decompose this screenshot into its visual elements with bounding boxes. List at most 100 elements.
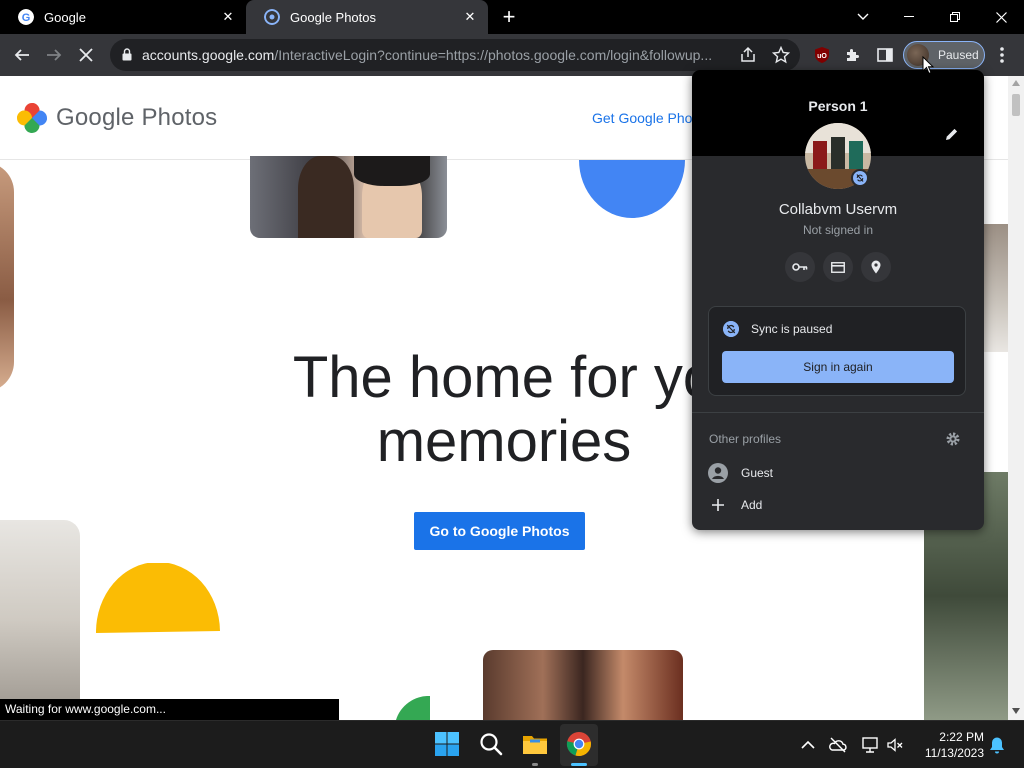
- page-scrollbar[interactable]: [1008, 76, 1024, 720]
- passwords-button[interactable]: [785, 252, 815, 282]
- go-to-google-photos-button[interactable]: Go to Google Photos: [414, 512, 585, 550]
- close-tab-icon[interactable]: ✕: [220, 9, 236, 25]
- google-g-icon: G: [18, 9, 34, 25]
- tab-title: Google Photos: [290, 9, 377, 25]
- close-icon: [995, 11, 1007, 23]
- file-explorer-icon[interactable]: [521, 730, 549, 758]
- profile-add[interactable]: Add: [692, 490, 984, 520]
- account-name: Collabvm Uservm: [778, 201, 898, 218]
- restore-icon: [950, 12, 960, 22]
- green-shape: [396, 696, 430, 720]
- hero-heading: The home for yo memories: [240, 346, 768, 474]
- addresses-button[interactable]: [861, 252, 891, 282]
- account-status: Not signed in: [802, 223, 874, 237]
- pencil-edit-icon[interactable]: [944, 126, 960, 142]
- chrome-icon[interactable]: [565, 730, 593, 758]
- close-tab-icon[interactable]: ✕: [462, 9, 478, 25]
- close-window-button[interactable]: [978, 0, 1024, 34]
- menu-divider: [692, 412, 984, 413]
- profile-paused-button[interactable]: Paused: [903, 41, 985, 69]
- sync-status-text: Sync is paused: [751, 322, 833, 336]
- arrow-right-icon: [47, 49, 62, 61]
- close-icon: [79, 48, 93, 62]
- minimize-button[interactable]: [886, 0, 932, 34]
- manage-profiles-gear-icon[interactable]: [945, 431, 961, 447]
- chevron-down-icon: [857, 13, 869, 20]
- url-host: accounts.google.com: [142, 47, 275, 63]
- profile-name: Person 1: [808, 98, 868, 114]
- chevron-up-icon[interactable]: [798, 735, 818, 755]
- kids-photo: [483, 650, 683, 720]
- location-pin-icon: [871, 260, 881, 274]
- tab-google-photos[interactable]: Google Photos ✕: [246, 0, 488, 34]
- url-path: /InteractiveLogin?continue=https://photo…: [274, 47, 713, 63]
- hero-line-1: The home for yo: [292, 345, 716, 410]
- network-icon[interactable]: [860, 735, 880, 755]
- arrow-left-icon: [14, 49, 29, 61]
- scroll-down-arrow-icon[interactable]: [1012, 708, 1020, 714]
- volume-muted-icon[interactable]: [885, 735, 905, 755]
- new-tab-button[interactable]: +: [498, 6, 520, 28]
- svg-text:uO: uO: [817, 53, 827, 60]
- add-profile-label: Add: [741, 498, 763, 512]
- clock-time: 2:22 PM: [939, 730, 984, 744]
- guest-avatar-icon: [708, 463, 728, 483]
- key-icon: [792, 263, 808, 271]
- svg-text:G: G: [22, 12, 31, 24]
- yellow-half-circle-shape: [96, 563, 220, 633]
- loading-status-bubble: Waiting for www.google.com...: [0, 699, 339, 720]
- tab-strip: G Google ✕ Google Photos ✕ +: [0, 0, 1024, 34]
- credit-card-icon: [831, 261, 845, 273]
- notification-bell-icon[interactable]: [987, 735, 1007, 755]
- minimize-icon: [904, 16, 914, 17]
- system-clock[interactable]: 2:22 PM 11/13/2023: [904, 729, 984, 761]
- get-google-photos-link[interactable]: Get Google Pho: [592, 110, 692, 126]
- ublock-extension-icon[interactable]: uO: [813, 46, 831, 64]
- chrome-active-indicator: [571, 763, 587, 766]
- star-icon[interactable]: [772, 46, 790, 64]
- scrollbar-thumb[interactable]: [1012, 94, 1020, 116]
- url-text: accounts.google.com/InteractiveLogin?con…: [142, 47, 727, 63]
- restore-button[interactable]: [932, 0, 978, 34]
- onedrive-offline-icon[interactable]: [828, 735, 848, 755]
- sync-paused-card: Sync is paused Sign in again: [708, 306, 966, 396]
- search-icon[interactable]: [477, 730, 505, 758]
- clock-date: 11/13/2023: [924, 746, 984, 760]
- left-edge-photo: [0, 162, 14, 392]
- profile-guest[interactable]: Guest: [692, 458, 984, 488]
- kebab-menu-icon[interactable]: [999, 46, 1005, 64]
- google-photos-logo: [17, 103, 47, 133]
- paused-label: Paused: [938, 48, 979, 62]
- mouse-cursor-icon: [922, 56, 934, 75]
- windows-taskbar: 2:22 PM 11/13/2023: [0, 720, 1024, 768]
- brand-name: Google Photos: [56, 104, 218, 131]
- google-photos-icon: [264, 9, 280, 25]
- hero-line-2: memories: [376, 409, 632, 474]
- sync-paused-icon: [723, 321, 739, 337]
- guest-label: Guest: [741, 466, 774, 480]
- other-profiles-label: Other profiles: [709, 432, 782, 446]
- stop-loading-button[interactable]: [72, 41, 100, 69]
- forward-button[interactable]: [40, 41, 68, 69]
- share-icon[interactable]: [739, 46, 757, 64]
- explorer-running-indicator: [532, 763, 538, 766]
- kitchen-photo: [0, 520, 80, 720]
- sign-in-again-button[interactable]: Sign in again: [722, 351, 954, 383]
- side-panel-icon[interactable]: [877, 47, 893, 63]
- couple-photo: [250, 156, 447, 238]
- tab-google[interactable]: G Google ✕: [0, 0, 246, 34]
- profile-menu: Person 1 Collabvm Uservm Not signed in S…: [692, 70, 984, 530]
- tab-title: Google: [44, 9, 86, 25]
- lock-icon: [122, 48, 132, 61]
- address-bar[interactable]: accounts.google.com/InteractiveLogin?con…: [110, 39, 800, 71]
- windows-start-icon[interactable]: [433, 730, 461, 758]
- scroll-up-arrow-icon[interactable]: [1012, 80, 1020, 86]
- extensions-puzzle-icon[interactable]: [845, 47, 861, 63]
- plus-icon: [712, 499, 724, 511]
- tab-search-button[interactable]: [840, 0, 886, 34]
- back-button[interactable]: [8, 41, 36, 69]
- payment-methods-button[interactable]: [823, 252, 853, 282]
- screen: G Google ✕ Google Photos ✕ + accounts.go…: [0, 0, 1024, 768]
- blue-half-circle-shape: [579, 160, 685, 218]
- sync-paused-badge-icon: [851, 169, 869, 187]
